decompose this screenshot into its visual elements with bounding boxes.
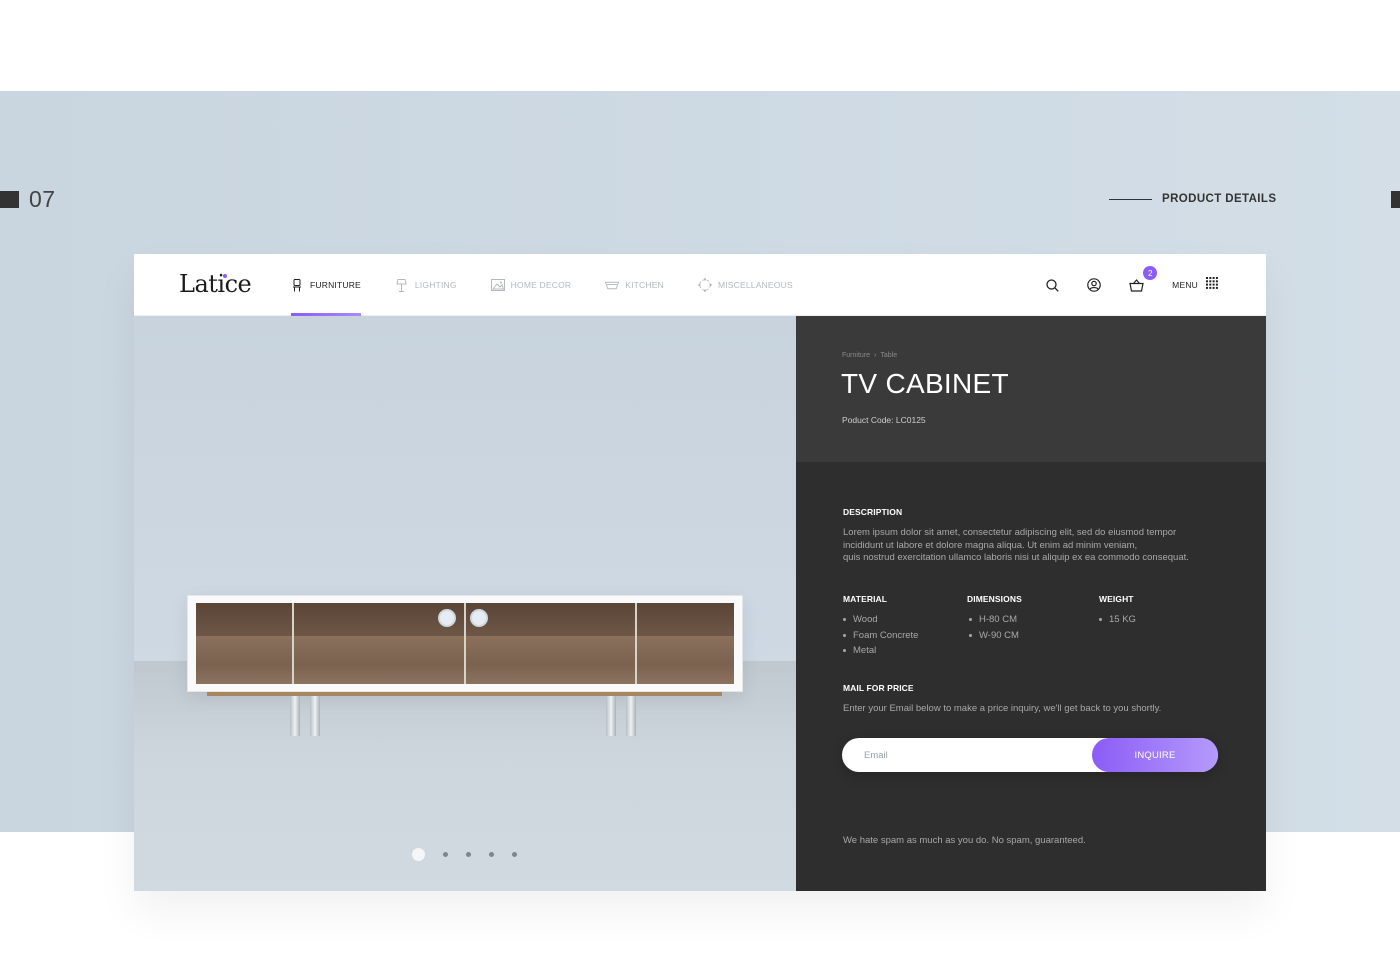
list-item: W-90 CM [969, 628, 1019, 644]
cabinet-divider [464, 603, 466, 684]
tv-cabinet-illustration [187, 595, 743, 692]
basket-icon[interactable]: 2 [1126, 266, 1158, 295]
nav-label: LIGHTING [414, 280, 457, 290]
cabinet-leg [310, 696, 320, 736]
logo-accent-dot [223, 274, 227, 278]
lamp-icon [395, 278, 409, 292]
carousel-dot[interactable] [489, 852, 494, 857]
dimensions-heading: DIMENSIONS [967, 594, 1022, 604]
top-navigation-bar: Latice FURNITURE LIGHTING HOME DECOR KIT… [134, 254, 1266, 316]
material-heading: MATERIAL [843, 594, 888, 604]
website-card: Latice FURNITURE LIGHTING HOME DECOR KIT… [134, 254, 1266, 891]
product-code: Poduct Code: LC0125 [842, 415, 926, 425]
description-text: Lorem ipsum dolor sit amet, consectetur … [843, 527, 1243, 565]
cabinet-knob [470, 609, 488, 627]
mail-instructions: Enter your Email below to make a price i… [843, 703, 1162, 714]
spam-note: We hate spam as much as you do. No spam,… [843, 835, 1086, 846]
nav-item-kitchen[interactable]: KITCHEN [605, 254, 664, 316]
inquire-button[interactable]: INQUIRE [1092, 738, 1218, 772]
product-title: TV CABINET [841, 368, 1009, 399]
product-details-panel: Furniture › Table TV CABINET Poduct Code… [796, 316, 1266, 891]
carousel-dots [412, 848, 535, 861]
cabinet-leg [290, 696, 300, 736]
brand-logo[interactable]: Latice [179, 270, 252, 298]
picture-icon [490, 278, 505, 292]
carousel-dot[interactable] [512, 852, 517, 857]
user-icon[interactable] [1084, 275, 1104, 295]
slide-number: 07 [29, 186, 56, 212]
product-header: Furniture › Table TV CABINET Poduct Code… [796, 316, 1266, 462]
description-line: quis nostrud exercitation ullamco labori… [843, 552, 1189, 563]
section-title: PRODUCT DETAILS [1162, 193, 1277, 205]
dimensions-list: H-80 CM W-90 CM [969, 612, 1019, 643]
cabinet-knob [438, 609, 456, 627]
description-heading: DESCRIPTION [843, 507, 903, 517]
menu-label: MENU [1172, 280, 1198, 290]
section-line [1109, 198, 1152, 200]
list-item: Metal [843, 643, 918, 659]
bowl-icon [605, 278, 620, 292]
breadcrumb-table[interactable]: Table [880, 352, 897, 359]
material-list: Wood Foam Concrete Metal [843, 612, 918, 659]
list-item: Wood [843, 612, 918, 628]
menu-button[interactable]: MENU [1172, 276, 1218, 294]
nav-label: MISCELLANEOUS [717, 280, 793, 290]
carousel-dot[interactable] [466, 852, 471, 857]
cabinet-leg [626, 696, 636, 736]
breadcrumb-furniture[interactable]: Furniture [842, 352, 870, 359]
nav-label: FURNITURE [310, 280, 361, 290]
nav-item-home-decor[interactable]: HOME DECOR [490, 254, 572, 316]
grid-icon [1206, 276, 1218, 294]
cart-count-badge: 2 [1143, 266, 1158, 280]
inquiry-form: INQUIRE [842, 738, 1218, 772]
cabinet-rail [207, 692, 722, 696]
carousel-dot[interactable] [443, 852, 448, 857]
cabinet-divider [292, 603, 294, 684]
nav-item-lighting[interactable]: LIGHTING [395, 254, 457, 316]
breadcrumb-separator: › [874, 352, 877, 359]
slide-marker-left [0, 191, 19, 208]
weight-list: 15 KG [1099, 612, 1136, 628]
nav-item-miscellaneous[interactable]: MISCELLANEOUS [698, 254, 793, 316]
carousel-dot[interactable] [412, 848, 425, 861]
slide-marker-right [1391, 191, 1400, 208]
section-label: PRODUCT DETAILS [1109, 193, 1276, 205]
list-item: 15 KG [1099, 612, 1136, 628]
description-line: incididunt ut labore et dolore magna ali… [843, 539, 1138, 551]
nav-item-furniture[interactable]: FURNITURE [290, 254, 361, 316]
list-item: H-80 CM [969, 612, 1019, 628]
mail-heading: MAIL FOR PRICE [843, 683, 914, 693]
description-line: Lorem ipsum dolor sit amet, consectetur … [843, 527, 1177, 538]
nav-label: KITCHEN [625, 280, 664, 290]
cabinet-divider [635, 603, 637, 684]
list-item: Foam Concrete [843, 628, 918, 644]
category-nav: FURNITURE LIGHTING HOME DECOR KITCHEN MI… [290, 254, 827, 316]
presentation-stage: 07 PRODUCT DETAILS Latice FURNITURE LIGH… [0, 0, 1400, 963]
nav-label: HOME DECOR [510, 280, 572, 290]
chair-icon [290, 278, 304, 292]
product-image [134, 316, 796, 891]
weight-heading: WEIGHT [1099, 594, 1134, 604]
breadcrumb: Furniture › Table [842, 352, 897, 359]
email-input[interactable] [842, 738, 1092, 772]
search-icon[interactable] [1042, 275, 1062, 295]
header-tools: 2 MENU [1020, 254, 1218, 316]
cabinet-leg [606, 696, 616, 736]
dots-circle-icon [698, 278, 712, 292]
